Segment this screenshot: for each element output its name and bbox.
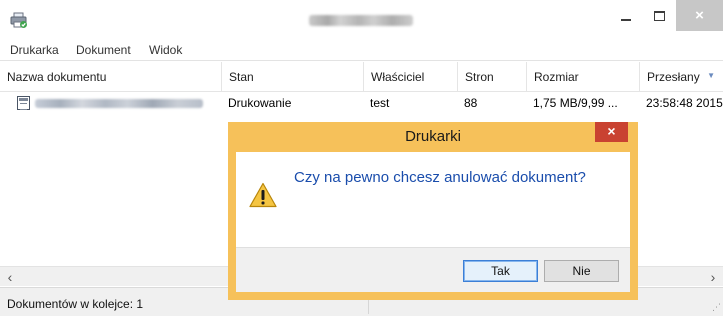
dialog-body: Czy na pewno chcesz anulować dokument? <box>236 152 630 247</box>
column-header-submitted[interactable]: Przesłany ▼ <box>639 62 723 92</box>
dialog-message: Czy na pewno chcesz anulować dokument? <box>294 169 586 186</box>
cell-pages: 88 <box>464 96 478 110</box>
column-header-label: Właściciel <box>371 70 425 84</box>
column-header-document-name[interactable]: Nazwa dokumentu <box>0 62 221 92</box>
document-icon <box>17 96 30 110</box>
window-close-button[interactable]: × <box>676 0 723 31</box>
queue-count-text: Dokumentów w kolejce: 1 <box>7 297 144 311</box>
column-header-owner[interactable]: Właściciel <box>363 62 457 92</box>
confirm-dialog: Drukarki × Czy na pewno chcesz anulować … <box>228 122 638 300</box>
column-header-label: Nazwa dokumentu <box>7 70 107 84</box>
column-header-label: Przesłany <box>647 70 700 84</box>
column-header-label: Rozmiar <box>534 70 579 84</box>
printer-icon <box>10 12 27 28</box>
window-title-redacted <box>309 15 413 26</box>
menu-item-widok[interactable]: Widok <box>149 43 182 57</box>
close-icon: × <box>695 7 704 24</box>
dialog-title[interactable]: Drukarki <box>228 122 638 152</box>
sort-indicator-icon: ▼ <box>707 71 715 80</box>
menu-item-dokument[interactable]: Dokument <box>76 43 131 57</box>
maximize-icon <box>653 10 665 21</box>
cell-owner: test <box>370 96 390 110</box>
column-header-pages[interactable]: Stron <box>457 62 526 92</box>
column-header-label: Stron <box>465 70 494 84</box>
table-row[interactable]: Drukowanie test 88 1,75 MB/9,99 ... 23:5… <box>0 93 723 113</box>
maximize-button[interactable] <box>646 0 672 31</box>
yes-button[interactable]: Tak <box>463 260 538 282</box>
warning-icon <box>249 182 277 208</box>
column-header-row: Nazwa dokumentu Stan Właściciel Stron Ro… <box>0 62 723 92</box>
menu-item-drukarka[interactable]: Drukarka <box>10 43 59 57</box>
minimize-button[interactable] <box>611 0 641 31</box>
cell-submitted: 23:58:48 2015 <box>646 96 723 110</box>
close-icon: × <box>607 123 616 139</box>
cell-status: Drukowanie <box>228 96 292 110</box>
column-header-size[interactable]: Rozmiar <box>526 62 639 92</box>
scroll-right-arrow-icon[interactable]: › <box>703 267 723 287</box>
minimize-icon <box>621 19 631 21</box>
dialog-close-button[interactable]: × <box>595 122 628 142</box>
no-button[interactable]: Nie <box>544 260 619 282</box>
title-bar[interactable]: × <box>0 0 723 41</box>
scroll-left-arrow-icon[interactable]: ‹ <box>0 267 20 287</box>
cell-size: 1,75 MB/9,99 ... <box>533 96 618 110</box>
column-header-status[interactable]: Stan <box>221 62 363 92</box>
resize-grip-icon[interactable]: ⋰ <box>712 302 721 313</box>
dialog-button-bar: Tak Nie <box>236 247 630 292</box>
column-header-label: Stan <box>229 70 254 84</box>
document-name-redacted <box>35 99 203 108</box>
menu-bar: Drukarka Dokument Widok <box>0 41 723 61</box>
